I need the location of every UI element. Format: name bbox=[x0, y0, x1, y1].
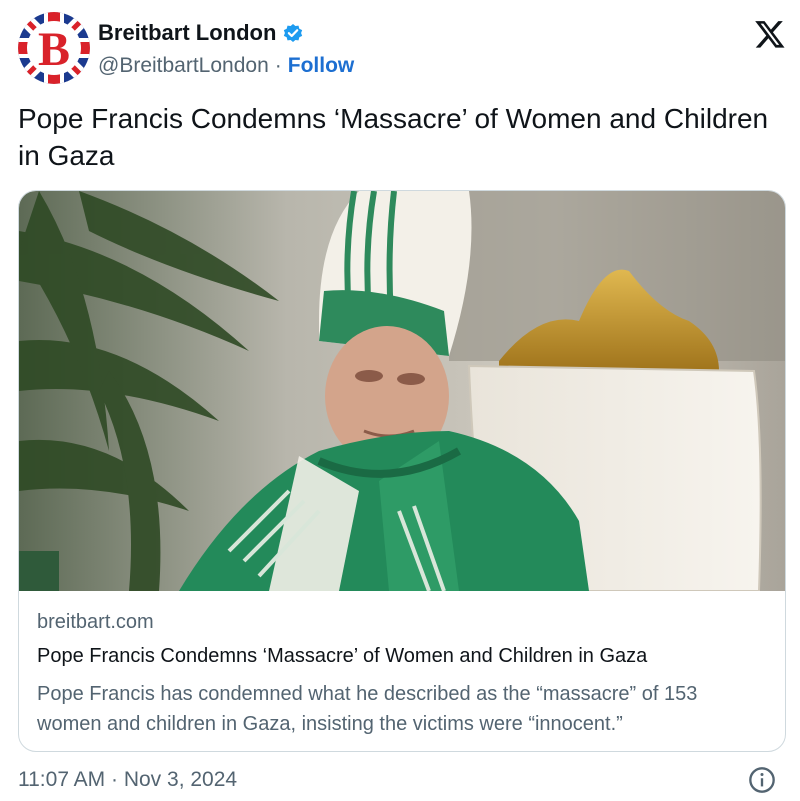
display-name[interactable]: Breitbart London bbox=[98, 20, 276, 46]
card-description: Pope Francis has condemned what he descr… bbox=[37, 683, 698, 735]
name-row: Breitbart London bbox=[98, 20, 304, 46]
tweet-text: Pope Francis Condemns ‘Massacre’ of Wome… bbox=[18, 103, 769, 171]
card-meta: breitbart.com Pope Francis Condemns ‘Mas… bbox=[37, 611, 767, 739]
info-icon[interactable] bbox=[748, 766, 776, 794]
tweet-footer: 11:07 AM · Nov 3, 2024 bbox=[18, 766, 788, 796]
card-title[interactable]: Pope Francis Condemns ‘Massacre’ of Wome… bbox=[37, 645, 767, 675]
union-flag-avatar-icon: B bbox=[18, 12, 90, 84]
handle[interactable]: @BreitbartLondon bbox=[98, 54, 269, 78]
tweet-header: B Breitbart London @BreitbartLondon · Fo… bbox=[18, 12, 788, 84]
avatar[interactable]: B bbox=[18, 12, 90, 84]
card-domain[interactable]: breitbart.com bbox=[37, 611, 767, 639]
link-card[interactable]: breitbart.com Pope Francis Condemns ‘Mas… bbox=[18, 190, 786, 752]
svg-text:B: B bbox=[38, 23, 70, 76]
separator: · bbox=[274, 54, 282, 77]
handle-row: @BreitbartLondon · Follow bbox=[98, 54, 354, 78]
verified-badge-icon bbox=[284, 24, 303, 42]
follow-button[interactable]: Follow bbox=[288, 54, 355, 78]
timestamp[interactable]: 11:07 AM · Nov 3, 2024 bbox=[18, 768, 237, 792]
x-logo-icon[interactable] bbox=[754, 18, 786, 50]
pope-francis-photo[interactable] bbox=[19, 191, 785, 591]
